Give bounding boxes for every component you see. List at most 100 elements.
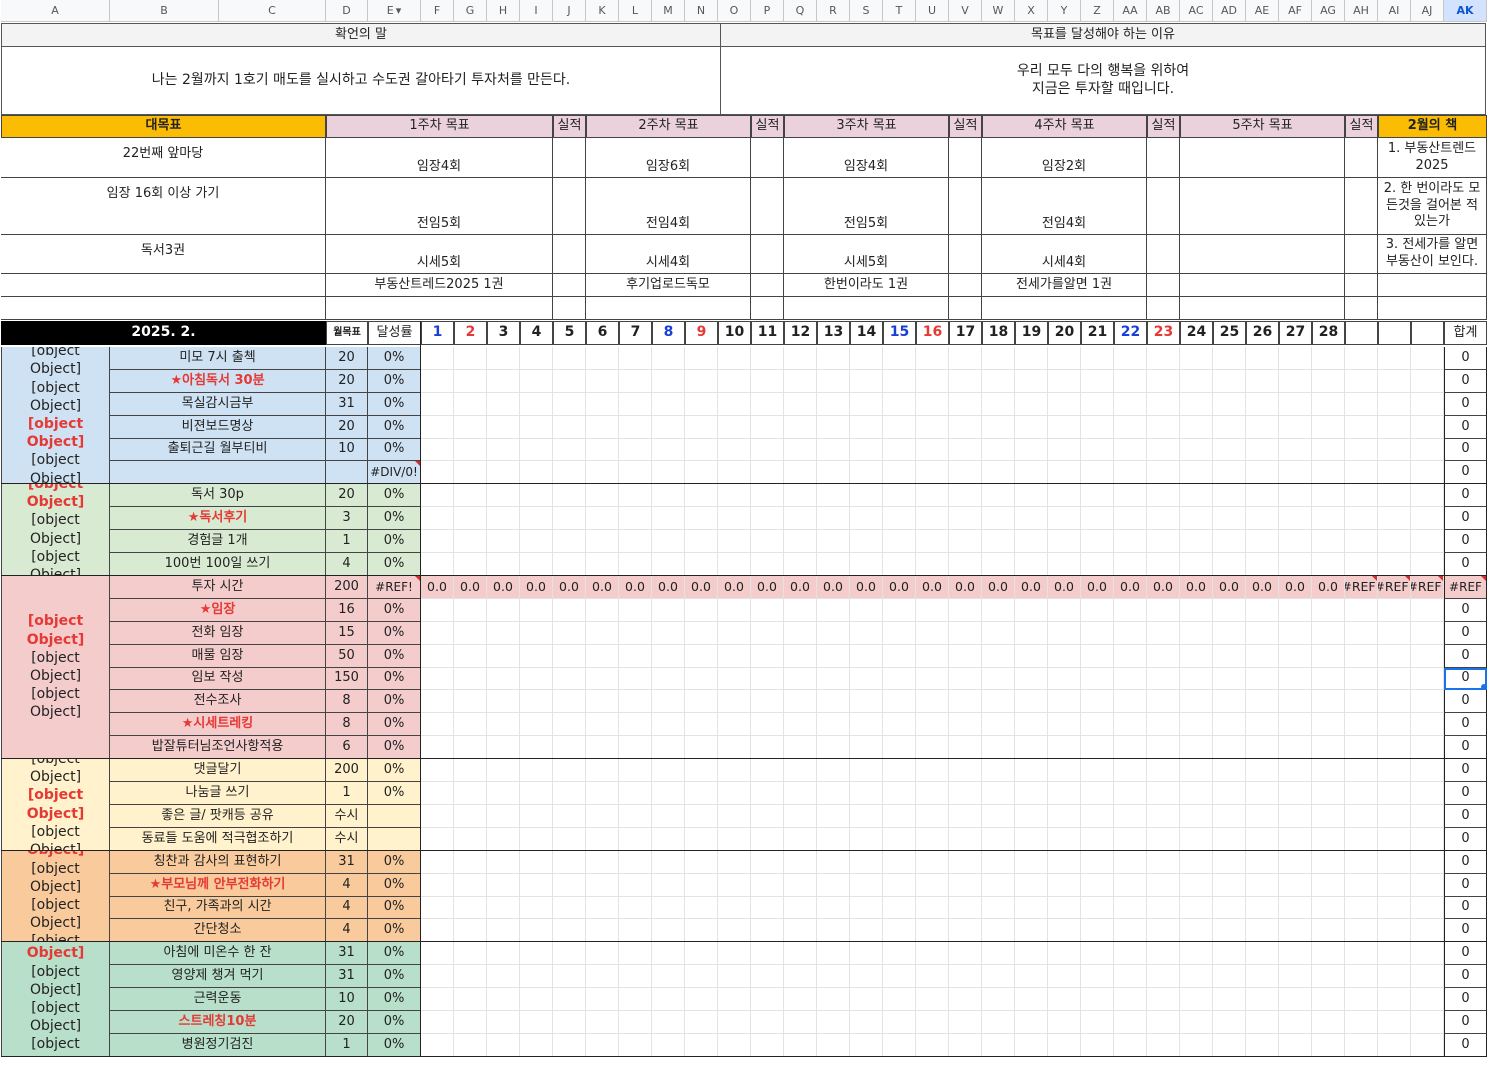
day-cell[interactable]	[1180, 805, 1213, 828]
day-cell[interactable]	[817, 1034, 850, 1057]
day-cell[interactable]	[718, 828, 751, 851]
total-cell[interactable]: 0	[1444, 919, 1487, 942]
day-cell[interactable]	[850, 530, 883, 553]
task-label[interactable]: 출퇴근길 월부티비	[110, 439, 326, 461]
day-cell[interactable]: 0.0	[619, 576, 652, 599]
monthly-target[interactable]: 4	[326, 919, 368, 942]
day-cell[interactable]	[1114, 530, 1147, 553]
day-cell[interactable]	[850, 851, 883, 874]
day-cell[interactable]	[586, 439, 619, 461]
day-cell[interactable]	[883, 668, 916, 690]
day-cell[interactable]	[586, 759, 619, 782]
day-cell[interactable]	[1048, 874, 1081, 897]
day-cell[interactable]	[982, 782, 1015, 805]
day-cell[interactable]	[1246, 370, 1279, 393]
day-cell[interactable]	[652, 782, 685, 805]
day-cell[interactable]	[1312, 782, 1345, 805]
day-cell[interactable]	[454, 988, 487, 1011]
day-cell[interactable]	[1015, 461, 1048, 484]
day-cell[interactable]	[784, 851, 817, 874]
day-cell[interactable]	[553, 988, 586, 1011]
day-cell[interactable]	[982, 484, 1015, 507]
day-cell[interactable]	[1114, 874, 1147, 897]
column-header-n[interactable]: N	[685, 0, 718, 22]
day-cell[interactable]	[784, 988, 817, 1011]
day-cell[interactable]	[1312, 828, 1345, 851]
achievement-rate[interactable]: 0%	[368, 713, 421, 736]
day-cell[interactable]	[718, 759, 751, 782]
day-header-11[interactable]: 11	[751, 321, 784, 345]
day-cell[interactable]	[916, 919, 949, 942]
day-cell[interactable]	[1246, 645, 1279, 668]
day-cell[interactable]	[586, 851, 619, 874]
day-cell[interactable]	[1345, 759, 1378, 782]
day-cell[interactable]	[1378, 668, 1411, 690]
day-cell[interactable]	[916, 942, 949, 965]
day-cell[interactable]	[1246, 530, 1279, 553]
day-cell[interactable]	[1312, 416, 1345, 439]
day-cell[interactable]	[421, 347, 454, 370]
day-cell[interactable]	[916, 484, 949, 507]
task-label[interactable]: 댓글달기	[110, 759, 326, 782]
day-cell[interactable]	[1345, 416, 1378, 439]
day-cell[interactable]	[454, 461, 487, 484]
week-1-goal-header[interactable]: 1주차 목표	[326, 115, 553, 138]
day-cell[interactable]	[619, 988, 652, 1011]
week-result-cell[interactable]	[949, 274, 982, 297]
day-cell[interactable]	[883, 874, 916, 897]
day-cell[interactable]	[916, 965, 949, 988]
day-cell[interactable]	[487, 805, 520, 828]
day-cell[interactable]	[817, 553, 850, 576]
day-cell[interactable]	[883, 370, 916, 393]
day-cell[interactable]	[520, 599, 553, 622]
day-cell[interactable]	[1345, 668, 1378, 690]
day-cell[interactable]	[553, 530, 586, 553]
day-cell[interactable]	[1081, 988, 1114, 1011]
week-goal-cell[interactable]: 전임5회	[326, 178, 553, 235]
column-header-ab[interactable]: AB	[1147, 0, 1180, 22]
day-cell[interactable]	[685, 759, 718, 782]
day-cell[interactable]	[817, 713, 850, 736]
day-header-15[interactable]: 15	[883, 321, 916, 345]
day-cell[interactable]	[487, 416, 520, 439]
day-cell[interactable]	[1180, 347, 1213, 370]
day-cell[interactable]	[1279, 370, 1312, 393]
day-cell[interactable]	[718, 347, 751, 370]
day-cell[interactable]	[520, 942, 553, 965]
day-cell[interactable]	[1279, 622, 1312, 645]
day-cell[interactable]	[1246, 988, 1279, 1011]
day-cell[interactable]	[1081, 805, 1114, 828]
day-cell[interactable]	[685, 805, 718, 828]
day-cell[interactable]	[1312, 805, 1345, 828]
day-cell[interactable]	[1114, 416, 1147, 439]
day-cell[interactable]	[982, 988, 1015, 1011]
day-cell[interactable]	[1081, 622, 1114, 645]
day-cell[interactable]	[685, 622, 718, 645]
day-cell[interactable]	[520, 393, 553, 416]
day-cell[interactable]	[751, 553, 784, 576]
day-cell[interactable]	[784, 736, 817, 759]
column-header-u[interactable]: U	[916, 0, 949, 22]
day-cell[interactable]	[1312, 484, 1345, 507]
column-header-af[interactable]: AF	[1279, 0, 1312, 22]
main-goal-header[interactable]: 대목표	[1, 115, 326, 138]
day-cell[interactable]	[817, 1011, 850, 1034]
week-goal-cell[interactable]	[784, 297, 949, 320]
category-title[interactable]: [object Object][object Object][object Ob…	[1, 942, 110, 1057]
day-cell[interactable]	[949, 1011, 982, 1034]
day-cell[interactable]	[553, 393, 586, 416]
day-cell[interactable]	[751, 828, 784, 851]
day-cell[interactable]	[619, 942, 652, 965]
day-cell[interactable]	[1147, 347, 1180, 370]
day-cell[interactable]	[421, 919, 454, 942]
day-cell[interactable]	[1114, 347, 1147, 370]
column-header-j[interactable]: J	[553, 0, 586, 22]
week-goal-cell[interactable]: 부동산트레드2025 1권	[326, 274, 553, 297]
day-cell[interactable]	[619, 439, 652, 461]
day-cell[interactable]	[619, 553, 652, 576]
day-cell[interactable]	[1213, 828, 1246, 851]
day-cell[interactable]	[652, 393, 685, 416]
day-cell[interactable]	[982, 461, 1015, 484]
day-cell[interactable]	[1081, 782, 1114, 805]
day-cell[interactable]	[784, 828, 817, 851]
